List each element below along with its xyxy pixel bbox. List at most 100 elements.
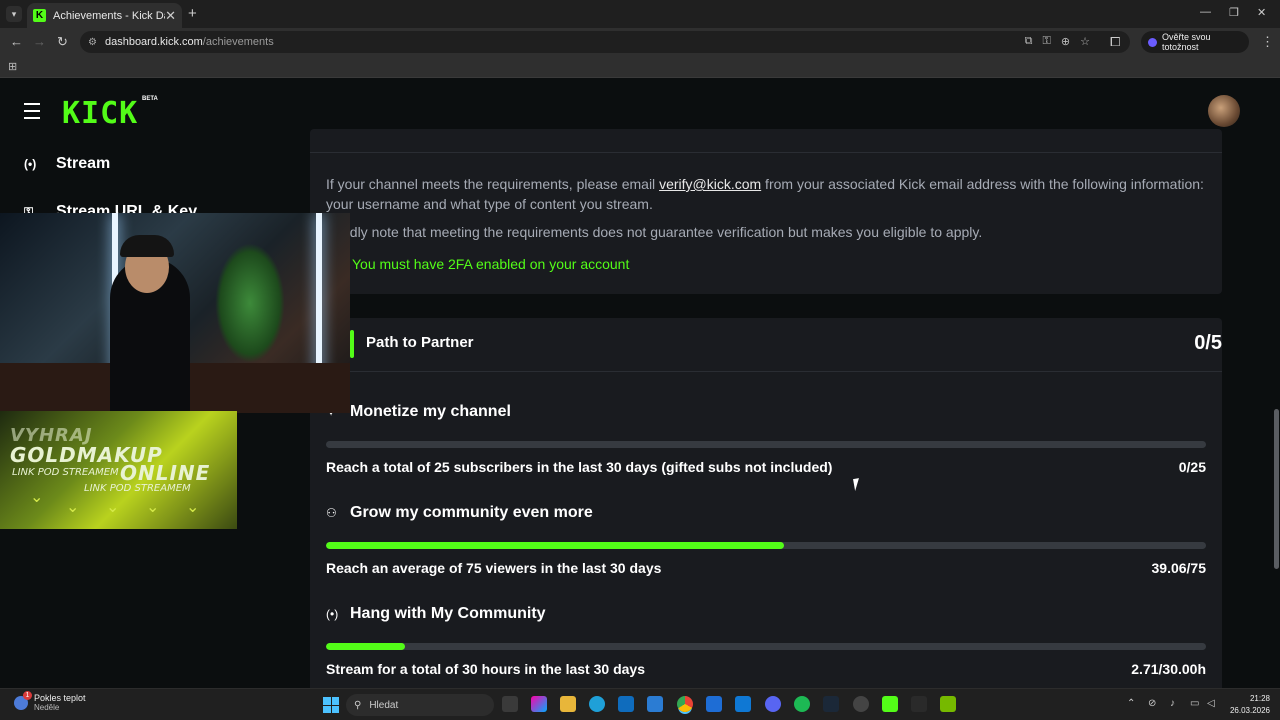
- kick-logo[interactable]: KICK: [62, 96, 138, 131]
- outlook-new-icon[interactable]: [735, 696, 751, 712]
- requirement-value: 39.06/75: [1151, 560, 1207, 576]
- minimize-icon[interactable]: —: [1200, 6, 1211, 18]
- restore-icon[interactable]: ❐: [1229, 6, 1239, 19]
- tray-chevron-up-icon[interactable]: ⌃: [1127, 698, 1135, 709]
- tab-search-button[interactable]: ▾: [6, 6, 22, 22]
- weather-icon: [14, 691, 32, 710]
- file-explorer-icon[interactable]: [560, 696, 576, 712]
- beta-badge: BETA: [142, 96, 158, 102]
- progress-track-hours: [326, 643, 1206, 650]
- twofa-requirement: You must have 2FA enabled on your accoun…: [352, 256, 630, 272]
- weather-title: Pokles teplot: [34, 693, 86, 703]
- browser-menu-icon[interactable]: ⋮: [1261, 34, 1274, 50]
- windows-start-icon[interactable]: [323, 697, 339, 713]
- chevron-down-icon: ⌄: [106, 499, 120, 516]
- password-key-icon[interactable]: ⚿: [1043, 35, 1051, 48]
- chrome-icon[interactable]: [677, 696, 693, 712]
- forward-icon[interactable]: →: [33, 34, 46, 49]
- volume-icon[interactable]: ◁: [1207, 698, 1215, 709]
- epic-games-icon[interactable]: [911, 696, 927, 712]
- verify-email-link[interactable]: verify@kick.com: [659, 176, 761, 192]
- path-to-partner-progress: 0/5: [1194, 332, 1222, 354]
- kick-app-icon[interactable]: [882, 696, 898, 712]
- display-icon[interactable]: ▭: [1190, 698, 1199, 709]
- network-icon[interactable]: ⊘: [1148, 698, 1156, 709]
- bookmark-star-icon[interactable]: ☆: [1080, 35, 1090, 48]
- path-to-partner-title: Path to Partner: [366, 334, 474, 351]
- plant-image: [215, 243, 285, 363]
- search-placeholder: Hledat: [369, 699, 399, 711]
- tab-close-icon[interactable]: ✕: [165, 8, 176, 24]
- card-divider: [310, 371, 1222, 372]
- back-icon[interactable]: ←: [10, 34, 23, 49]
- tab-title: Achievements - Kick Dashboard: [53, 9, 165, 22]
- requirement-hours: Stream for a total of 30 hours in the la…: [326, 661, 645, 677]
- users-icon: ⚇: [326, 506, 337, 520]
- browser-tab-strip: ▾ K Achievements - Kick Dashboard ✕ + — …: [0, 0, 1280, 28]
- progress-fill: [326, 542, 785, 549]
- system-clock[interactable]: 21:28 26.03.2026: [1228, 693, 1270, 717]
- broadcast-icon: (•): [24, 157, 37, 171]
- browser-tab[interactable]: K Achievements - Kick Dashboard ✕: [27, 3, 182, 28]
- clock-time: 21:28: [1249, 694, 1270, 703]
- zoom-icon[interactable]: ⊕: [1061, 35, 1070, 48]
- address-bar[interactable]: ⚙ dashboard.kick.com /achievements ⧉ ⚿ ⊕…: [80, 31, 1130, 53]
- nvidia-icon[interactable]: [940, 696, 956, 712]
- translate-icon[interactable]: ⧉: [1025, 35, 1033, 48]
- profile-verify-button[interactable]: Ověřte svou totožnost: [1141, 31, 1249, 53]
- progress-track-subscribers: [326, 441, 1206, 448]
- copilot-icon[interactable]: [531, 696, 547, 712]
- card-divider: [310, 152, 1222, 153]
- progress-fill: [326, 643, 406, 650]
- section-accent-bar: [350, 330, 354, 358]
- kick-favicon-icon: K: [33, 9, 46, 22]
- taskbar-search[interactable]: ⚲ Hledat: [346, 694, 494, 716]
- extensions-icon[interactable]: ⧠: [1110, 34, 1120, 50]
- requirement-value: 2.71/30.00h: [1131, 661, 1206, 677]
- promo-overlay: VYHRAJ GOLDMAKUP ONLINE LINK POD STREAME…: [0, 411, 237, 529]
- verification-requirements-text: If your channel meets the requirements, …: [326, 176, 1204, 212]
- menu-toggle-icon[interactable]: [24, 103, 40, 124]
- apps-grid-icon[interactable]: ⊞: [8, 60, 17, 73]
- chevron-down-icon: ⌄: [30, 489, 44, 506]
- url-path: /achievements: [202, 36, 274, 48]
- store-icon[interactable]: [618, 696, 634, 712]
- url-host: dashboard.kick.com: [104, 36, 203, 48]
- section-title-hang: Hang with My Community: [350, 605, 546, 622]
- app-icon[interactable]: [706, 696, 722, 712]
- search-icon: ⚲: [354, 699, 362, 711]
- obs-icon[interactable]: [853, 696, 869, 712]
- webcam-overlay: [0, 213, 350, 413]
- path-to-partner-card: [310, 318, 1222, 688]
- new-tab-button[interactable]: +: [188, 5, 197, 22]
- microphone-icon[interactable]: ♪: [1170, 698, 1175, 709]
- chevron-down-icon: ⌄: [186, 499, 200, 516]
- mouse-cursor-icon: [853, 477, 867, 491]
- bookmarks-bar: ⊞: [0, 56, 1280, 78]
- task-view-icon[interactable]: [502, 696, 518, 712]
- streamer-cap-image: [120, 235, 174, 257]
- reload-icon[interactable]: ↻: [57, 34, 68, 50]
- section-title-community: Grow my community even more: [350, 504, 593, 521]
- chevron-down-icon: ⌄: [146, 499, 160, 516]
- discord-icon[interactable]: [765, 696, 781, 712]
- requirement-subscribers: Reach a total of 25 subscribers in the l…: [326, 459, 833, 475]
- progress-track-viewers: [326, 542, 1206, 549]
- window-close-icon[interactable]: ✕: [1257, 6, 1266, 19]
- steam-icon[interactable]: [823, 696, 839, 712]
- requirement-viewers: Reach an average of 75 viewers in the la…: [326, 560, 662, 576]
- site-info-icon[interactable]: ⚙: [88, 37, 97, 48]
- sidebar-item-stream[interactable]: (•) Stream: [24, 155, 110, 173]
- edge-icon[interactable]: [589, 696, 605, 712]
- weather-widget[interactable]: Pokles teplot Neděle: [14, 691, 86, 712]
- windows-taskbar: Pokles teplot Neděle ⚲ Hledat ⌃ ⊘ ♪ ▭ ◁ …: [0, 688, 1280, 720]
- verification-note: ndly note that meeting the requirements …: [342, 224, 983, 240]
- spotify-icon[interactable]: [794, 696, 810, 712]
- promo-sub-1: LINK POD STREAMEM: [12, 467, 119, 478]
- outlook-icon[interactable]: [647, 696, 663, 712]
- user-avatar[interactable]: [1208, 95, 1240, 127]
- promo-sub-2: LINK POD STREAMEM: [84, 483, 191, 494]
- profile-verify-label: Ověřte svou totožnost: [1161, 32, 1211, 52]
- weather-subtitle: Neděle: [34, 703, 60, 712]
- page-scrollbar[interactable]: [1274, 409, 1279, 569]
